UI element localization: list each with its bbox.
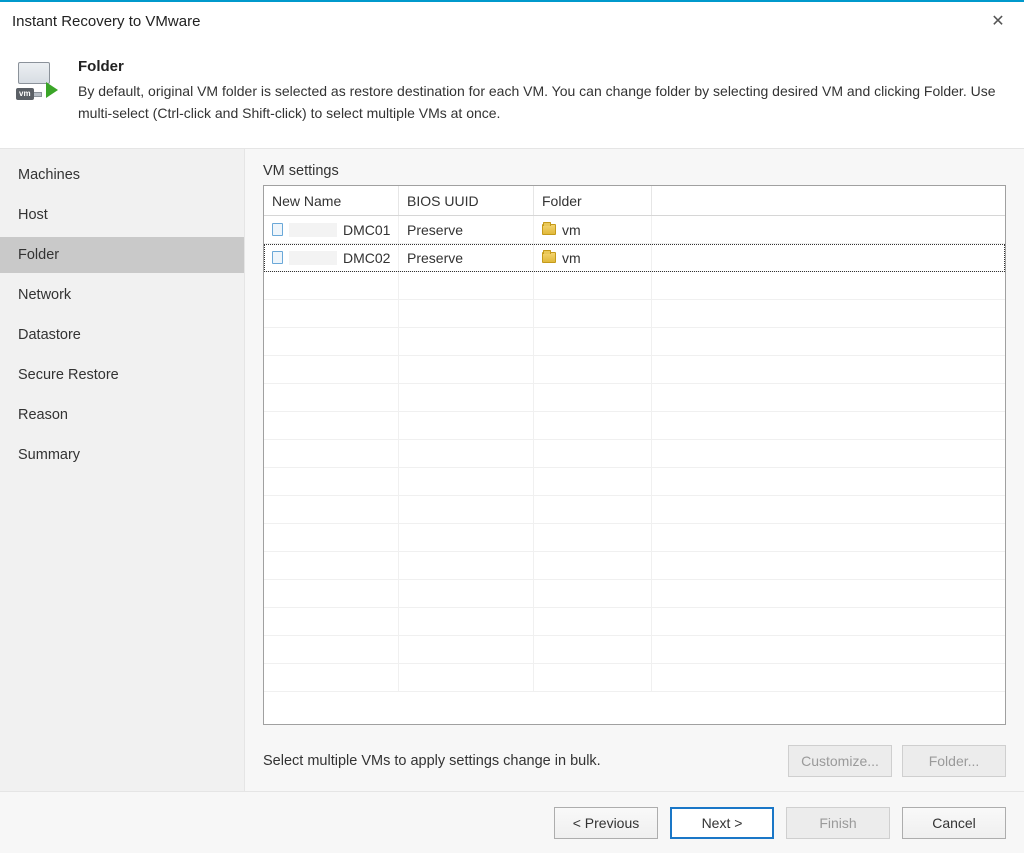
column-header-spacer xyxy=(652,186,1005,215)
cell-folder: vm xyxy=(534,244,652,271)
grid-body: DMC01 Preserve vm DMC02 xyxy=(264,216,1005,724)
next-button[interactable]: Next > xyxy=(670,807,774,839)
header-description: By default, original VM folder is select… xyxy=(78,81,1008,124)
cell-bios-uuid: Preserve xyxy=(399,216,534,243)
vm-name-suffix: DMC02 xyxy=(343,250,390,266)
cell-spacer xyxy=(652,244,1005,271)
cell-bios-uuid: Preserve xyxy=(399,244,534,271)
vm-name-redacted xyxy=(289,223,337,237)
grid-action-buttons: Customize... Folder... xyxy=(788,745,1006,777)
wizard-header: vm Folder By default, original VM folder… xyxy=(0,40,1024,148)
wizard-footer: < Previous Next > Finish Cancel xyxy=(0,791,1024,853)
window-title: Instant Recovery to VMware xyxy=(12,13,200,30)
sidebar-item-host[interactable]: Host xyxy=(0,197,244,233)
empty-rows xyxy=(264,272,1005,692)
folder-button: Folder... xyxy=(902,745,1006,777)
sidebar-item-network[interactable]: Network xyxy=(0,277,244,313)
vm-icon xyxy=(272,223,283,236)
cancel-button[interactable]: Cancel xyxy=(902,807,1006,839)
main-panel: VM settings New Name BIOS UUID Folder DM… xyxy=(245,149,1024,791)
sidebar-item-label: Folder xyxy=(18,247,59,263)
cell-folder: vm xyxy=(534,216,652,243)
vm-settings-grid[interactable]: New Name BIOS UUID Folder DMC01 Preserve xyxy=(263,185,1006,725)
cell-spacer xyxy=(652,216,1005,243)
folder-name: vm xyxy=(562,250,581,266)
sidebar-item-label: Reason xyxy=(18,407,68,423)
sidebar-item-folder[interactable]: Folder xyxy=(0,237,244,273)
customize-button: Customize... xyxy=(788,745,892,777)
sidebar-item-datastore[interactable]: Datastore xyxy=(0,317,244,353)
vm-name-redacted xyxy=(289,251,337,265)
column-header-new-name[interactable]: New Name xyxy=(264,186,399,215)
section-label: VM settings xyxy=(263,163,1006,179)
header-title: Folder xyxy=(78,58,1008,75)
sidebar-item-label: Network xyxy=(18,287,71,303)
below-grid-bar: Select multiple VMs to apply settings ch… xyxy=(263,745,1006,777)
sidebar-item-label: Secure Restore xyxy=(18,367,119,383)
table-row[interactable]: DMC01 Preserve vm xyxy=(264,216,1005,244)
column-header-folder[interactable]: Folder xyxy=(534,186,652,215)
sidebar-item-reason[interactable]: Reason xyxy=(0,397,244,433)
sidebar-item-secure-restore[interactable]: Secure Restore xyxy=(0,357,244,393)
sidebar-item-label: Datastore xyxy=(18,327,81,343)
sidebar-item-label: Host xyxy=(18,207,48,223)
wizard-body: Machines Host Folder Network Datastore S… xyxy=(0,148,1024,791)
folder-name: vm xyxy=(562,222,581,238)
previous-button[interactable]: < Previous xyxy=(554,807,658,839)
vm-restore-icon: vm xyxy=(16,60,60,104)
table-row[interactable]: DMC02 Preserve vm xyxy=(264,244,1005,272)
wizard-steps-sidebar: Machines Host Folder Network Datastore S… xyxy=(0,149,245,791)
header-text-block: Folder By default, original VM folder is… xyxy=(78,58,1008,124)
cell-new-name: DMC02 xyxy=(264,244,399,271)
finish-button: Finish xyxy=(786,807,890,839)
folder-icon xyxy=(542,224,556,235)
vm-name-suffix: DMC01 xyxy=(343,222,390,238)
vm-icon xyxy=(272,251,283,264)
folder-icon xyxy=(542,252,556,263)
sidebar-item-machines[interactable]: Machines xyxy=(0,157,244,193)
titlebar: Instant Recovery to VMware ✕ xyxy=(0,2,1024,40)
sidebar-item-label: Summary xyxy=(18,447,80,463)
column-header-bios-uuid[interactable]: BIOS UUID xyxy=(399,186,534,215)
close-icon[interactable]: ✕ xyxy=(986,9,1010,33)
grid-header: New Name BIOS UUID Folder xyxy=(264,186,1005,216)
hint-text: Select multiple VMs to apply settings ch… xyxy=(263,753,601,769)
sidebar-item-summary[interactable]: Summary xyxy=(0,437,244,473)
wizard-window: Instant Recovery to VMware ✕ vm Folder B… xyxy=(0,0,1024,853)
cell-new-name: DMC01 xyxy=(264,216,399,243)
sidebar-item-label: Machines xyxy=(18,167,80,183)
